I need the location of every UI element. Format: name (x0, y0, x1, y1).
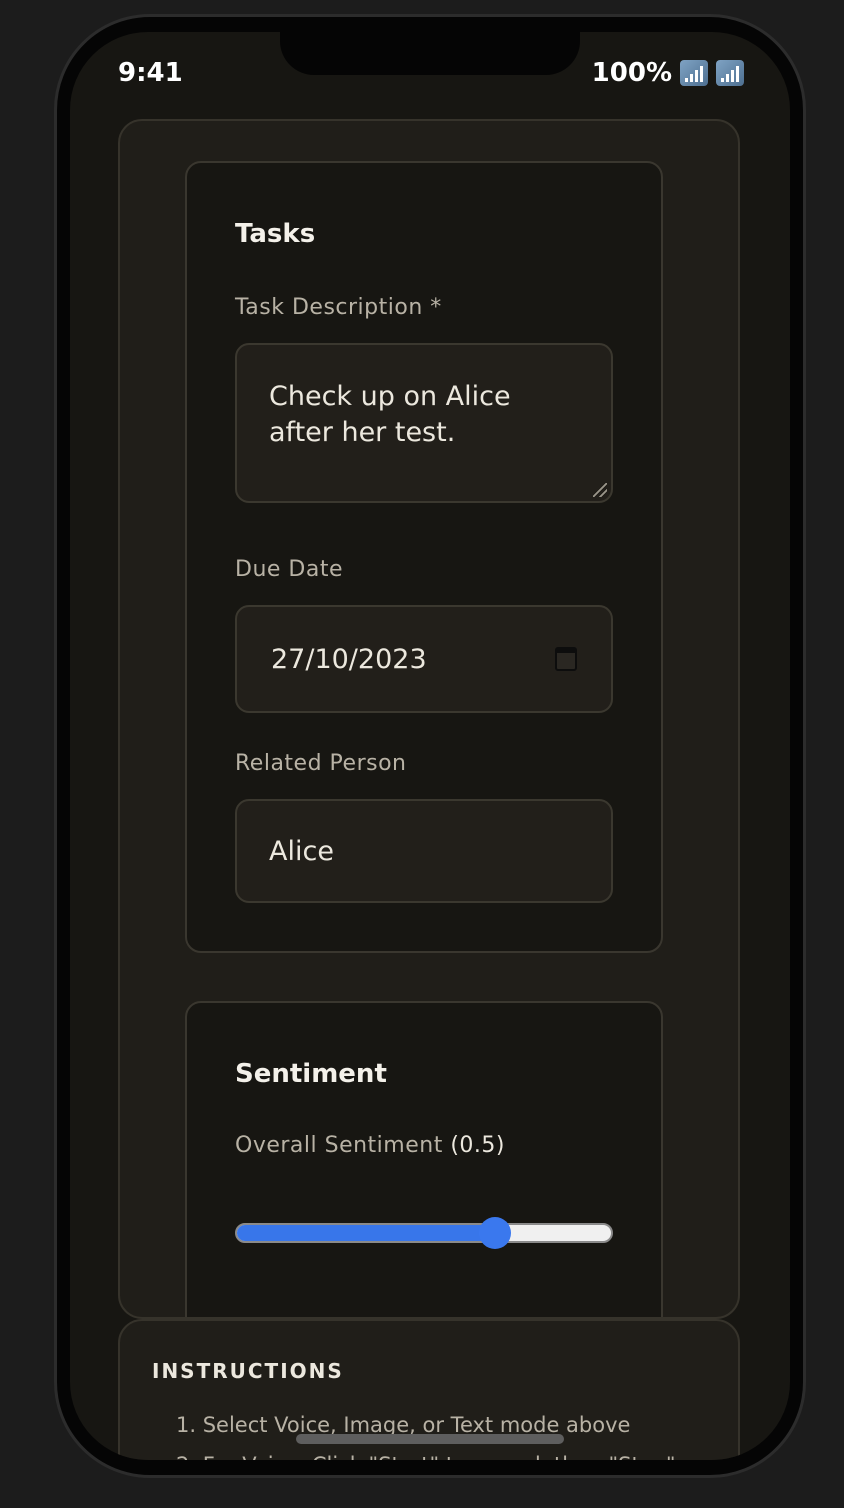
phone-screen: 9:41 100% Tasks Task Description * Check… (70, 32, 790, 1460)
task-description-textarea[interactable]: Check up on Alice after her test. (235, 343, 613, 503)
related-person-label: Related Person (235, 751, 407, 776)
slider-fill (237, 1225, 496, 1241)
battery-text: 100% (591, 58, 672, 88)
instructions-title: INSTRUCTIONS (152, 1359, 344, 1383)
status-time: 9:41 (118, 58, 183, 88)
due-date-label: Due Date (235, 557, 343, 582)
sentiment-slider[interactable] (235, 1217, 613, 1249)
overall-sentiment-value: (0.5) (450, 1133, 505, 1158)
task-description-label: Task Description * (235, 295, 442, 320)
due-date-input[interactable]: 27/10/2023 (235, 605, 613, 713)
tasks-section: Tasks Task Description * Check up on Ali… (185, 161, 663, 953)
resize-handle-icon[interactable] (593, 483, 607, 497)
instruction-item: 2. For Voice: Click "Start" to record, t… (176, 1445, 676, 1460)
wifi-icon (716, 60, 744, 86)
sentiment-title: Sentiment (235, 1059, 387, 1089)
related-person-input[interactable]: Alice (235, 799, 613, 903)
overall-sentiment-text: Overall Sentiment (235, 1133, 443, 1158)
related-person-value: Alice (269, 835, 334, 867)
sentiment-section: Sentiment Overall Sentiment (0.5) (185, 1001, 663, 1317)
due-date-value: 27/10/2023 (271, 643, 427, 675)
home-indicator[interactable] (296, 1434, 564, 1444)
notch (280, 32, 580, 75)
form-card: Tasks Task Description * Check up on Ali… (118, 119, 740, 1319)
signal-icon (680, 60, 708, 86)
calendar-icon[interactable] (555, 647, 577, 671)
task-description-value: Check up on Alice after her test. (269, 381, 511, 448)
instructions-list: 1. Select Voice, Image, or Text mode abo… (176, 1405, 676, 1460)
tasks-title: Tasks (235, 219, 316, 249)
overall-sentiment-label: Overall Sentiment (0.5) (235, 1133, 505, 1158)
slider-thumb[interactable] (479, 1217, 512, 1249)
status-right: 100% (592, 58, 744, 88)
